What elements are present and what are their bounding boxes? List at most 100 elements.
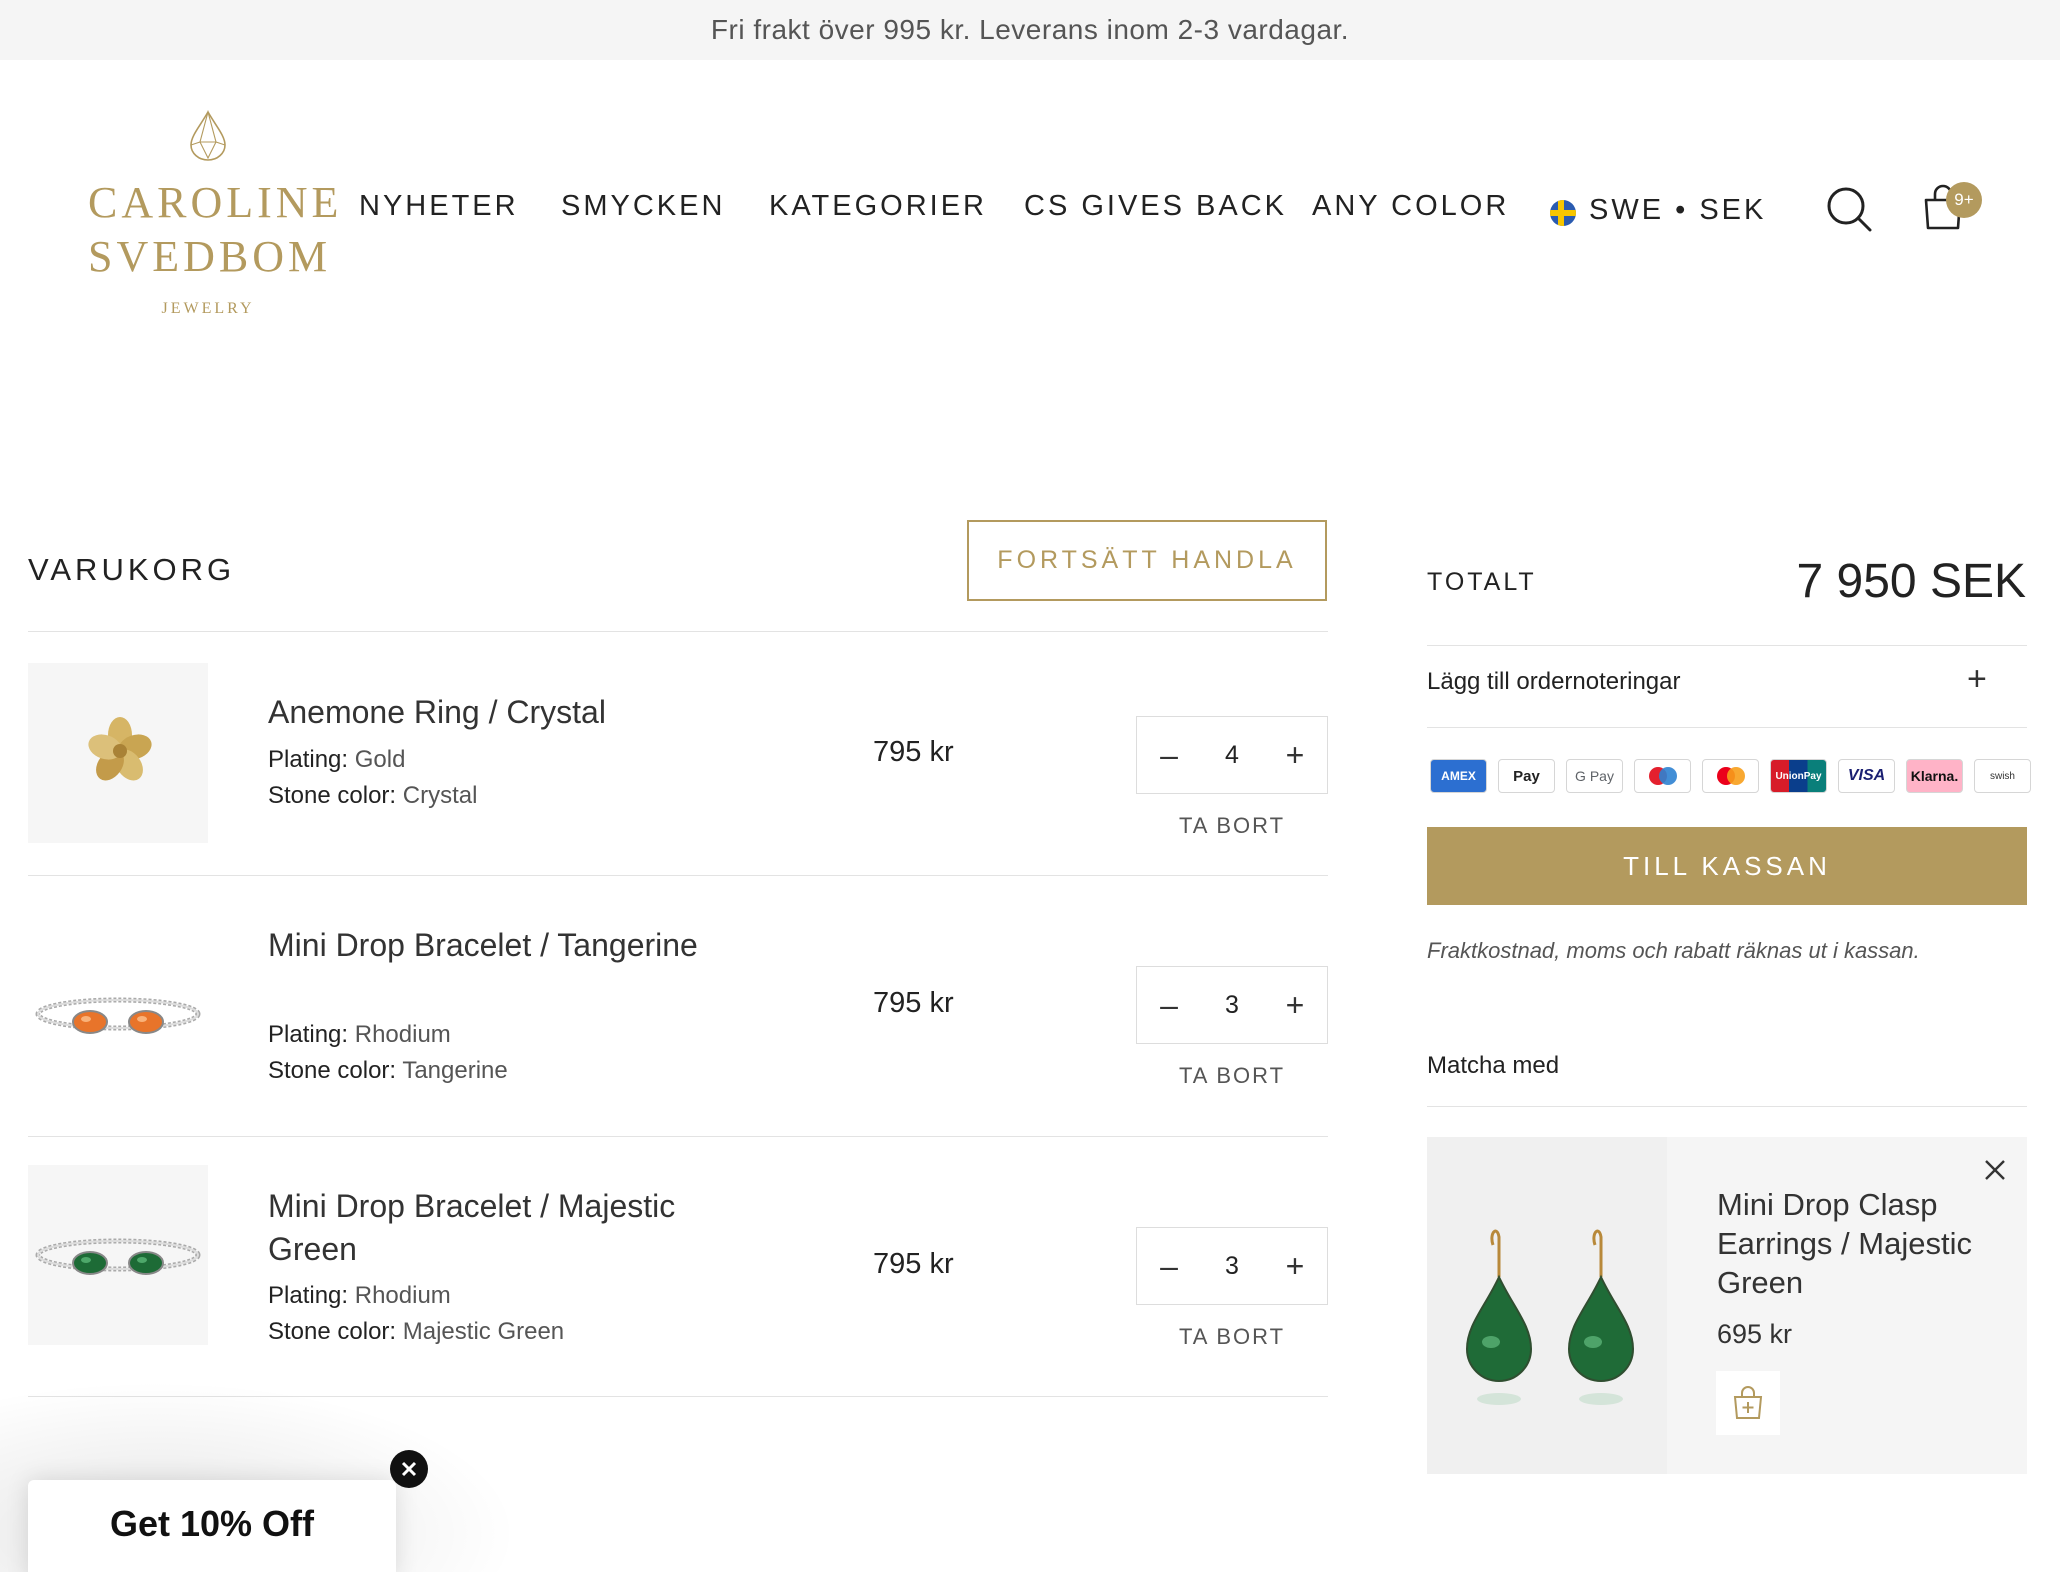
- discount-popup[interactable]: Get 10% Off: [28, 1480, 396, 1572]
- klarna-icon: Klarna.: [1906, 759, 1963, 793]
- ring-flower-image: [88, 717, 152, 781]
- divider: [28, 631, 1328, 632]
- sweden-flag-icon[interactable]: [1550, 200, 1576, 226]
- recommendation-card: Mini Drop Clasp Earrings / Majestic Gree…: [1427, 1137, 2027, 1474]
- total-label: TOTALT: [1427, 568, 1537, 596]
- quantity-stepper: – 3 +: [1136, 1227, 1328, 1305]
- apple-pay-icon: Pay: [1498, 759, 1555, 793]
- increase-quantity-button[interactable]: +: [1263, 1228, 1327, 1304]
- google-pay-icon: G Pay: [1566, 759, 1623, 793]
- remove-item-button[interactable]: TA BORT: [1136, 813, 1328, 839]
- plating-value: Rhodium: [354, 1282, 451, 1309]
- mastercard-icon: [1702, 759, 1759, 793]
- increase-quantity-button[interactable]: +: [1263, 967, 1327, 1043]
- product-image-mini-drop-bracelet-green[interactable]: [28, 1165, 208, 1345]
- brand-name-line2: SVEDBOM: [88, 232, 332, 281]
- payment-methods: AMEX Pay G Pay UnionPay VISA Klarna. swi…: [1430, 759, 2031, 793]
- brand-logo[interactable]: CAROLINE SVEDBOM JEWELRY: [88, 110, 343, 320]
- swish-icon: swish: [1974, 759, 2031, 793]
- divider: [1427, 727, 2027, 728]
- quantity-stepper: – 4 +: [1136, 716, 1328, 794]
- add-to-bag-icon: [1733, 1386, 1763, 1419]
- product-plating: Plating: Gold: [268, 746, 405, 774]
- visa-icon: VISA: [1838, 759, 1895, 793]
- product-image-mini-drop-bracelet-tangerine[interactable]: [28, 924, 208, 1104]
- product-price: 795 kr: [873, 1248, 954, 1280]
- discount-popup-label: Get 10% Off: [109, 1503, 315, 1544]
- brand-name-line1: CAROLINE: [88, 178, 343, 227]
- nav-item-kategorier[interactable]: KATEGORIER: [769, 190, 987, 223]
- amex-icon: AMEX: [1430, 759, 1487, 793]
- plating-label: Plating:: [268, 746, 349, 773]
- divider: [1427, 1106, 2027, 1107]
- brand-subtitle: JEWELRY: [161, 300, 255, 317]
- maestro-icon: [1634, 759, 1691, 793]
- decrease-quantity-button[interactable]: –: [1137, 1228, 1201, 1304]
- product-stone-color: Stone color: Crystal: [268, 782, 477, 810]
- product-stone-color: Stone color: Majestic Green: [268, 1318, 564, 1346]
- product-name[interactable]: Anemone Ring / Crystal: [268, 691, 748, 734]
- recommendation-price: 695 kr: [1717, 1319, 1793, 1349]
- nav-item-any-color[interactable]: ANY COLOR: [1312, 190, 1509, 223]
- quantity-value[interactable]: 3: [1201, 1252, 1263, 1281]
- stone-value: Majestic Green: [402, 1318, 565, 1345]
- divider: [1427, 645, 2027, 646]
- cart-item: Anemone Ring / Crystal Plating: Gold Sto…: [28, 663, 1328, 843]
- match-with-title: Matcha med: [1427, 1052, 1560, 1079]
- remove-item-button[interactable]: TA BORT: [1136, 1063, 1328, 1089]
- total-value: 7 950 SEK: [1796, 555, 2027, 608]
- unionpay-icon: UnionPay: [1770, 759, 1827, 793]
- plating-value: Rhodium: [354, 1021, 451, 1048]
- product-price: 795 kr: [873, 987, 954, 1019]
- stone-label: Stone color:: [268, 1057, 397, 1084]
- product-image-anemone-ring[interactable]: [28, 663, 208, 843]
- earrings-image: [1465, 1229, 1635, 1405]
- product-name[interactable]: Mini Drop Bracelet / Majestic Green: [268, 1185, 768, 1271]
- locale-selector[interactable]: SWE • SEK: [1589, 194, 1766, 227]
- product-name[interactable]: Mini Drop Bracelet / Tangerine: [268, 924, 748, 967]
- product-plating: Plating: Rhodium: [268, 1282, 451, 1310]
- bracelet-green-image: [35, 1238, 201, 1275]
- quantity-value[interactable]: 4: [1201, 741, 1263, 770]
- recommendation-image[interactable]: [1427, 1137, 1667, 1474]
- divider: [28, 1136, 1328, 1137]
- stone-label: Stone color:: [268, 1318, 397, 1345]
- nav-item-cs-gives-back[interactable]: CS GIVES BACK: [1024, 190, 1287, 223]
- product-price: 795 kr: [873, 736, 954, 768]
- order-notes-toggle[interactable]: Lägg till ordernoteringar: [1427, 668, 1681, 696]
- remove-item-button[interactable]: TA BORT: [1136, 1324, 1328, 1350]
- close-popup-icon[interactable]: [390, 1450, 428, 1488]
- increase-quantity-button[interactable]: +: [1263, 717, 1327, 793]
- shipping-note: Fraktkostnad, moms och rabatt räknas ut …: [1427, 938, 1920, 963]
- product-plating: Plating: Rhodium: [268, 1021, 451, 1049]
- checkout-button[interactable]: TILL KASSAN: [1427, 827, 2027, 905]
- plating-label: Plating:: [268, 1282, 349, 1309]
- stone-value: Crystal: [402, 782, 478, 809]
- decrease-quantity-button[interactable]: –: [1137, 717, 1201, 793]
- decrease-quantity-button[interactable]: –: [1137, 967, 1201, 1043]
- recommendation-name[interactable]: Mini Drop Clasp Earrings / Majestic Gree…: [1717, 1185, 1987, 1302]
- product-stone-color: Stone color: Tangerine: [268, 1057, 508, 1085]
- nav-item-nyheter[interactable]: NYHETER: [359, 190, 519, 223]
- cart-item: Mini Drop Bracelet / Tangerine Plating: …: [28, 904, 1328, 1124]
- apple-pay-label: Pay: [1513, 767, 1540, 785]
- announcement-text: Fri frakt över 995 kr. Leverans inom 2-3…: [710, 14, 1350, 45]
- close-icon[interactable]: [1982, 1157, 2008, 1183]
- cart-title: VARUKORG: [28, 552, 236, 587]
- bracelet-tangerine-image: [35, 997, 201, 1034]
- cart-item: Mini Drop Bracelet / Majestic Green Plat…: [28, 1165, 1328, 1385]
- drop-logo-icon: [190, 110, 226, 161]
- search-icon[interactable]: [1826, 186, 1872, 232]
- add-to-bag-button[interactable]: [1716, 1371, 1780, 1435]
- stone-value: Tangerine: [402, 1057, 508, 1084]
- plating-value: Gold: [354, 746, 406, 773]
- continue-shopping-button[interactable]: FORTSÄTT HANDLA: [967, 520, 1327, 601]
- stone-label: Stone color:: [268, 782, 397, 809]
- plating-label: Plating:: [268, 1021, 349, 1048]
- nav-item-smycken[interactable]: SMYCKEN: [561, 190, 725, 223]
- cart-count: 9+: [1954, 190, 1974, 209]
- quantity-stepper: – 3 +: [1136, 966, 1328, 1044]
- plus-icon[interactable]: +: [1967, 660, 1987, 699]
- quantity-value[interactable]: 3: [1201, 991, 1263, 1020]
- divider: [28, 875, 1328, 876]
